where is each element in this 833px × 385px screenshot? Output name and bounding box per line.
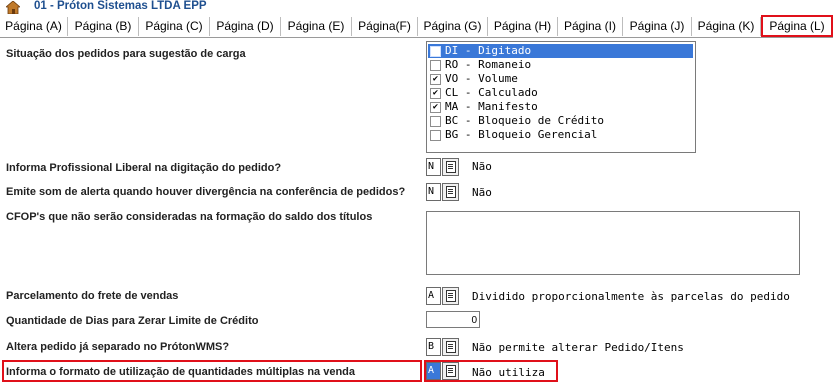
- cfop-label: CFOP's que não serão consideradas na for…: [6, 211, 373, 223]
- checkbox[interactable]: ✔: [430, 88, 441, 99]
- checkbox[interactable]: [430, 130, 441, 141]
- list-item[interactable]: ✔ CL - Calculado: [428, 86, 693, 100]
- tab-pagina-e[interactable]: Página (E): [281, 17, 352, 36]
- list-item[interactable]: ✔ MA - Manifesto: [428, 100, 693, 114]
- tab-pagina-d[interactable]: Página (D): [210, 17, 281, 36]
- lookup-icon[interactable]: [442, 287, 459, 305]
- tab-pagina-g[interactable]: Página (G): [418, 17, 488, 36]
- profissional-code-input[interactable]: N: [426, 158, 441, 176]
- checkbox[interactable]: ✔: [430, 102, 441, 113]
- qtd-multiplas-desc: Não utiliza: [472, 366, 545, 379]
- tab-pagina-l[interactable]: Página (L): [761, 15, 833, 37]
- altera-pedido-label: Altera pedido já separado no PrótonWMS?: [6, 341, 230, 353]
- checkbox[interactable]: [430, 60, 441, 71]
- altera-pedido-code-input[interactable]: B: [426, 338, 441, 356]
- tab-pagina-h[interactable]: Página (H): [488, 17, 558, 36]
- title-bar: 01 - Próton Sistemas LTDA EPP: [0, 0, 833, 15]
- checkbox[interactable]: ✔: [430, 74, 441, 85]
- dias-limite-input[interactable]: 0: [426, 311, 480, 328]
- frete-code-input[interactable]: A: [426, 287, 441, 305]
- som-alerta-code-input[interactable]: N: [426, 183, 441, 201]
- som-alerta-desc: Não: [472, 186, 492, 199]
- situacao-label: Situação dos pedidos para sugestão de ca…: [6, 48, 246, 60]
- tab-pagina-f[interactable]: Página(F): [352, 17, 418, 36]
- tab-pagina-j[interactable]: Página (J): [623, 17, 692, 36]
- dias-limite-label: Quantidade de Dias para Zerar Limite de …: [6, 315, 259, 327]
- house-icon: [6, 1, 20, 14]
- lookup-icon[interactable]: [442, 338, 459, 356]
- tab-pagina-k[interactable]: Página (K): [692, 17, 761, 36]
- tab-pagina-c[interactable]: Página (C): [139, 17, 210, 36]
- frete-desc: Dividido proporcionalmente às parcelas d…: [472, 290, 790, 303]
- lookup-icon[interactable]: [442, 158, 459, 176]
- checkbox[interactable]: [430, 116, 441, 127]
- tab-bar: Página (A) Página (B) Página (C) Página …: [0, 15, 833, 38]
- profissional-desc: Não: [472, 160, 492, 173]
- altera-pedido-desc: Não permite alterar Pedido/Itens: [472, 341, 684, 354]
- lookup-icon[interactable]: [442, 362, 459, 380]
- situacao-listbox[interactable]: DI - Digitado RO - Romaneio ✔ VO - Volum…: [426, 41, 696, 153]
- lookup-icon[interactable]: [442, 183, 459, 201]
- cfop-textarea[interactable]: [426, 211, 800, 275]
- frete-label: Parcelamento do frete de vendas: [6, 290, 179, 302]
- qtd-multiplas-code-input[interactable]: A: [426, 362, 441, 380]
- qtd-multiplas-label: Informa o formato de utilização de quant…: [6, 366, 356, 378]
- list-item[interactable]: BG - Bloqueio Gerencial: [428, 128, 693, 142]
- checkbox[interactable]: [430, 46, 441, 57]
- company-name: 01 - Próton Sistemas LTDA EPP: [34, 0, 207, 12]
- list-item[interactable]: ✔ VO - Volume: [428, 72, 693, 86]
- list-item[interactable]: BC - Bloqueio de Crédito: [428, 114, 693, 128]
- profissional-label: Informa Profissional Liberal na digitaçã…: [6, 162, 282, 174]
- tab-pagina-b[interactable]: Página (B): [68, 17, 139, 36]
- tab-pagina-a[interactable]: Página (A): [0, 17, 68, 36]
- list-item[interactable]: RO - Romaneio: [428, 58, 693, 72]
- som-alerta-label: Emite som de alerta quando houver diverg…: [6, 186, 406, 198]
- list-item[interactable]: DI - Digitado: [428, 44, 693, 58]
- tab-pagina-i[interactable]: Página (I): [558, 17, 623, 36]
